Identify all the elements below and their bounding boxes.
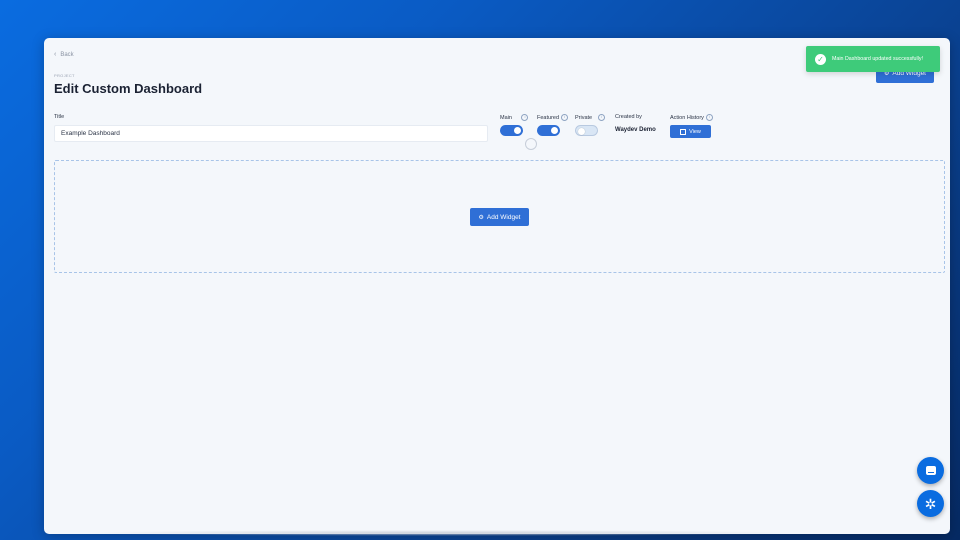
featured-label: Featured	[537, 114, 560, 121]
main-label: Main	[500, 114, 512, 121]
add-widget-label: Add Widget	[486, 213, 521, 221]
loading-spinner	[525, 138, 537, 150]
toggle-knob	[514, 127, 521, 134]
view-label: View	[689, 128, 701, 135]
view-history-button[interactable]: View	[670, 125, 711, 138]
back-link[interactable]: ‹ Back	[54, 51, 74, 58]
page-eyebrow: PROJECT	[54, 73, 75, 78]
created-by-label: Created by	[615, 114, 642, 120]
toggle-knob	[551, 127, 558, 134]
title-input[interactable]: Example Dashboard	[54, 125, 488, 142]
success-toast: ✓ Main Dashboard updated successfully!	[806, 46, 940, 72]
created-by-value: Waydev Demo	[615, 127, 656, 133]
info-icon[interactable]: i	[561, 114, 569, 121]
chat-button[interactable]	[917, 457, 944, 484]
featured-label-group: Featured i	[537, 114, 569, 121]
history-icon	[680, 128, 687, 135]
info-icon[interactable]: i	[521, 114, 529, 121]
app-window: ‹ Back PROJECT Edit Custom Dashboard ⚙ A…	[44, 38, 950, 534]
title-label: Title	[54, 114, 65, 120]
bug-icon: ✲	[924, 495, 937, 512]
toast-message: Main Dashboard updated successfully!	[832, 56, 923, 62]
featured-toggle[interactable]	[537, 125, 560, 136]
bug-report-button[interactable]: ✲	[917, 490, 944, 517]
add-widget-button-center[interactable]: ⚙ Add Widget	[470, 208, 529, 226]
title-input-value: Example Dashboard	[61, 130, 120, 137]
action-history-label-group: Action History i	[670, 114, 713, 121]
gear-icon: ⚙	[478, 214, 484, 221]
main-toggle[interactable]	[500, 125, 523, 136]
private-label: Private	[575, 114, 593, 121]
check-icon: ✓	[815, 53, 826, 65]
toggle-knob	[578, 128, 585, 135]
bottom-shadow	[80, 530, 800, 536]
page-title: Edit Custom Dashboard	[54, 81, 203, 96]
main-label-group: Main i	[500, 114, 529, 121]
info-icon[interactable]: i	[597, 114, 605, 121]
private-toggle[interactable]	[575, 125, 598, 136]
private-label-group: Private i	[575, 114, 605, 121]
back-label: Back	[60, 51, 74, 58]
chevron-left-icon: ‹	[54, 51, 57, 58]
info-icon[interactable]: i	[705, 114, 713, 121]
action-history-label: Action History	[670, 114, 704, 121]
chat-icon	[925, 466, 936, 475]
